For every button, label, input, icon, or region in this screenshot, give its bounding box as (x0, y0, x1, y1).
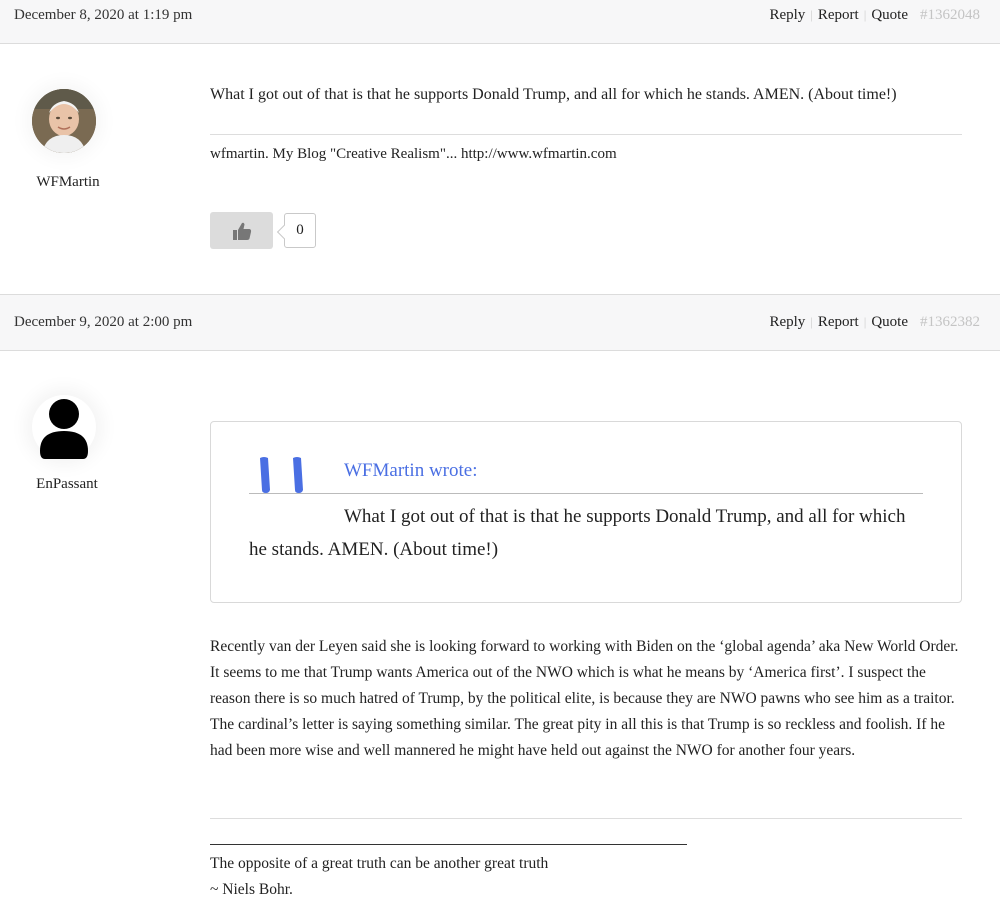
like-button[interactable] (210, 212, 273, 249)
post-header: December 9, 2020 at 2:00 pm Reply | Repo… (0, 294, 1000, 351)
author-name[interactable]: WFMartin (18, 174, 118, 191)
signature-rule (210, 844, 687, 845)
post-number-link[interactable]: #1362048 (920, 7, 980, 24)
quote-text: What I got out of that is that he suppor… (249, 506, 906, 560)
post-actions: Reply | Report | Quote #1362048 (769, 7, 980, 24)
quote-author[interactable]: WFMartin wrote: (344, 460, 478, 482)
user-silhouette-icon (40, 399, 88, 459)
signature-divider (210, 134, 962, 135)
avatar-photo-image (32, 89, 96, 153)
quote-link[interactable]: Quote (871, 7, 908, 24)
reply-link[interactable]: Reply (769, 314, 805, 331)
post-date: December 8, 2020 at 1:19 pm (14, 7, 193, 23)
action-separator: | (863, 314, 867, 329)
quote-block: WFMartin wrote: What I got out of that i… (210, 421, 962, 603)
avatar-default (32, 395, 96, 459)
post-number-link[interactable]: #1362382 (920, 314, 980, 331)
report-link[interactable]: Report (818, 314, 859, 331)
quote-marks-icon (260, 457, 303, 493)
author-name[interactable]: EnPassant (17, 476, 117, 493)
post-actions: Reply | Report | Quote #1362382 (769, 314, 980, 331)
post-body: Recently van der Leyen said she is looki… (210, 638, 959, 759)
avatar[interactable] (32, 89, 96, 153)
signature-line: ~ Niels Bohr. (210, 881, 293, 898)
post-date: December 9, 2020 at 2:00 pm (14, 314, 193, 330)
signature: wfmartin. My Blog "Creative Realism"... … (210, 146, 617, 162)
avatar-photo (32, 89, 96, 153)
post-body: What I got out of that is that he suppor… (210, 86, 897, 103)
action-separator: | (810, 7, 813, 22)
signature-divider (210, 818, 962, 819)
signature-line: The opposite of a great truth can be ano… (210, 855, 549, 872)
thumbs-up-icon (232, 222, 251, 240)
avatar[interactable] (32, 395, 96, 459)
quote-link[interactable]: Quote (871, 314, 908, 331)
report-link[interactable]: Report (818, 7, 859, 24)
action-separator: | (810, 314, 813, 329)
reply-link[interactable]: Reply (769, 7, 805, 24)
quote-divider (249, 493, 923, 494)
like-count: 0 (284, 213, 316, 248)
post-header: December 8, 2020 at 1:19 pm Reply | Repo… (0, 0, 1000, 44)
action-separator: | (863, 7, 867, 22)
